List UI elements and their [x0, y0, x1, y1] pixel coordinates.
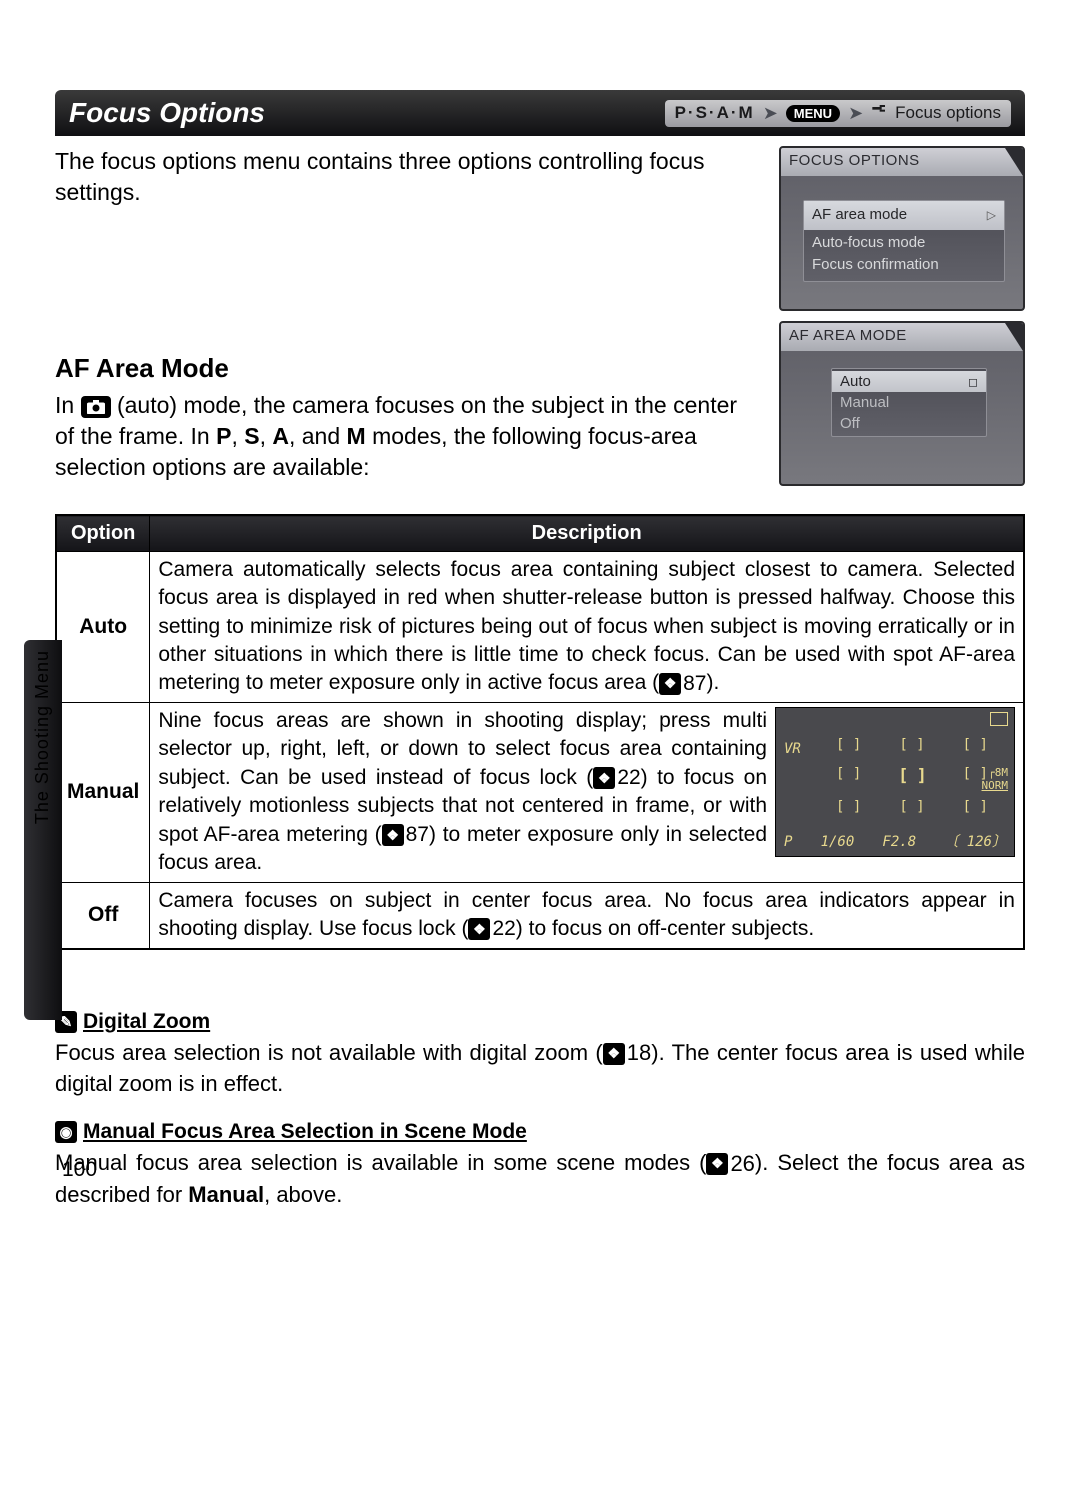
af-area-mode-table: Option Description Auto Camera automatic…: [55, 514, 1025, 950]
page-ref-icon: ❖: [468, 918, 490, 940]
option-description: VR [ ][ ][ ] [ ][ ][ ] [ ][ ][ ] ┌8M NOR…: [150, 703, 1024, 883]
af-area-mode-panel: AF AREA MODE Auto ◻ Manual Off: [779, 321, 1025, 486]
option-label: Manual: [57, 703, 150, 883]
page-ref-icon: ❖: [706, 1153, 728, 1175]
section-heading: AF Area Mode: [55, 351, 757, 386]
focus-options-panel: FOCUS OPTIONS AF area mode▷ Auto-focus m…: [779, 146, 1025, 311]
table-row: Auto Camera automatically selects focus …: [57, 552, 1024, 703]
section-body: In (auto) mode, the camera focuses on th…: [55, 390, 757, 483]
page-ref-icon: ❖: [382, 824, 404, 846]
menu-button-icon: MENU: [786, 105, 840, 122]
breadcrumb-leaf: Focus options: [895, 103, 1001, 123]
wrench-icon: [871, 103, 887, 124]
section-tab-label: The Shooting Menu: [32, 650, 53, 824]
info-icon: ◉: [55, 1121, 77, 1143]
panel-header: AF AREA MODE: [781, 323, 1023, 351]
menu-item: Manual: [832, 392, 986, 413]
table-row: Manual VR [ ][ ][ ] [ ][ ][ ] [ ][ ][ ]: [57, 703, 1024, 883]
column-header-description: Description: [150, 516, 1024, 552]
page-ref-icon: ❖: [659, 673, 681, 695]
note-body: Manual focus area selection is available…: [55, 1148, 1025, 1210]
menu-item-selected: AF area mode▷: [804, 201, 1004, 230]
quality-indicator: ┌8M NORM: [982, 766, 1009, 792]
table-row: Off Camera focuses on subject in center …: [57, 882, 1024, 948]
exposure-status: P 1/60 F2.8 〔 126〕: [784, 833, 1006, 852]
menu-item: Focus confirmation: [812, 254, 996, 277]
shooting-display-thumbnail: VR [ ][ ][ ] [ ][ ][ ] [ ][ ][ ] ┌8M NOR…: [775, 707, 1015, 857]
chevron-right-icon: ▷: [987, 206, 996, 224]
panel-menu: AF area mode▷ Auto-focus mode Focus conf…: [803, 200, 1005, 282]
option-label: Auto: [57, 552, 150, 703]
camera-icon: [81, 396, 111, 418]
focus-area-grid: [ ][ ][ ] [ ][ ][ ] [ ][ ][ ]: [832, 736, 992, 808]
note-body: Focus area selection is not available wi…: [55, 1038, 1025, 1100]
menu-item: Auto-focus mode: [812, 232, 996, 255]
note-heading-manual-scene: ◉ Manual Focus Area Selection in Scene M…: [55, 1120, 527, 1144]
option-description: Camera automatically selects focus area …: [150, 552, 1024, 703]
menu-item: Off: [832, 413, 986, 434]
mode-dial-label: P·S·A·M: [675, 103, 755, 123]
breadcrumb: P·S·A·M ➤ MENU ➤ Focus options: [665, 100, 1011, 127]
multi-selector-icon: ◻: [968, 375, 978, 389]
page-ref-icon: ❖: [593, 767, 615, 789]
page-title: Focus Options: [69, 97, 265, 129]
column-header-option: Option: [57, 516, 150, 552]
option-label: Off: [57, 882, 150, 948]
intro-text: The focus options menu contains three op…: [55, 146, 757, 208]
option-description: Camera focuses on subject in center focu…: [150, 882, 1024, 948]
panel-header: FOCUS OPTIONS: [781, 148, 1023, 176]
title-bar: Focus Options P·S·A·M ➤ MENU ➤ Focus opt…: [55, 90, 1025, 136]
page-number: 100: [62, 1158, 97, 1182]
panel-menu: Auto ◻ Manual Off: [831, 368, 987, 437]
arrow-icon: ➤: [848, 103, 863, 124]
arrow-icon: ➤: [763, 103, 778, 124]
menu-item-selected: Auto ◻: [832, 371, 986, 392]
page-ref-icon: ❖: [603, 1043, 625, 1065]
note-heading-digital-zoom: ✎ Digital Zoom: [55, 1010, 210, 1034]
display-mode-icon: [990, 712, 1008, 726]
vr-indicator: VR: [784, 740, 801, 759]
